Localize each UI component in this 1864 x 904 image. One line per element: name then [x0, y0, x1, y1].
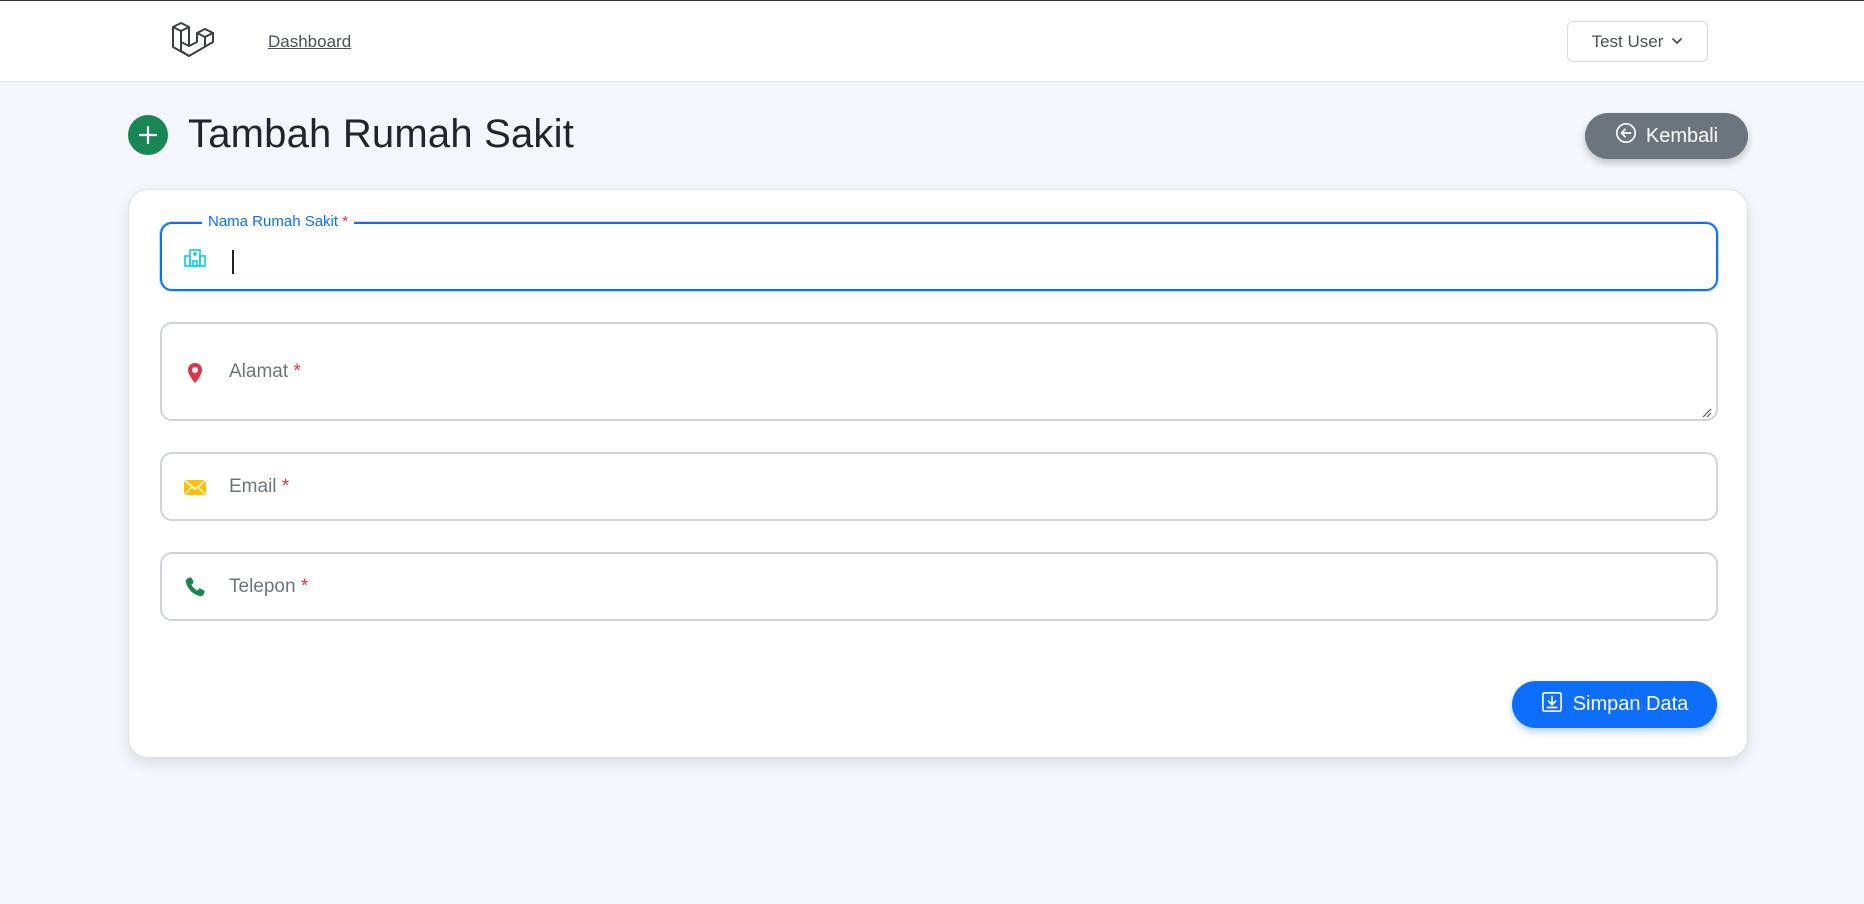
chevron-down-icon — [1671, 32, 1683, 52]
hospital-name-label: Nama Rumah Sakit * — [202, 213, 355, 230]
page-title: Tambah Rumah Sakit — [188, 112, 575, 156]
phone-icon — [182, 574, 208, 600]
user-name: Test User — [1591, 31, 1664, 51]
address-field[interactable]: Alamat * — [160, 322, 1718, 421]
nav-link-dashboard[interactable]: Dashboard — [268, 32, 351, 52]
hospital-name-field[interactable]: Nama Rumah Sakit * — [160, 213, 1718, 291]
hospital-icon — [182, 244, 208, 270]
user-dropdown[interactable]: Test User — [1567, 21, 1708, 62]
save-button-label: Simpan Data — [1572, 693, 1689, 715]
envelope-icon — [182, 474, 208, 500]
form-card: Nama Rumah Sakit * Alamat * Email * Tele… — [128, 189, 1748, 758]
email-field[interactable]: Email * — [160, 452, 1718, 521]
plus-circle-icon — [128, 115, 168, 155]
download-box-icon — [1541, 691, 1563, 719]
text-caret — [232, 250, 234, 274]
resize-handle-icon[interactable] — [1702, 405, 1712, 418]
email-placeholder: Email * — [229, 476, 290, 497]
phone-field[interactable]: Telepon * — [160, 552, 1718, 621]
top-navbar: Dashboard Test User — [0, 0, 1864, 82]
laravel-logo-icon[interactable] — [169, 20, 215, 66]
address-placeholder: Alamat * — [229, 361, 301, 382]
arrow-left-circle-icon — [1615, 122, 1637, 150]
back-button-label: Kembali — [1645, 124, 1719, 147]
save-button[interactable]: Simpan Data — [1512, 681, 1717, 728]
map-pin-icon — [182, 360, 208, 386]
back-button[interactable]: Kembali — [1585, 113, 1748, 159]
phone-placeholder: Telepon * — [229, 576, 309, 597]
